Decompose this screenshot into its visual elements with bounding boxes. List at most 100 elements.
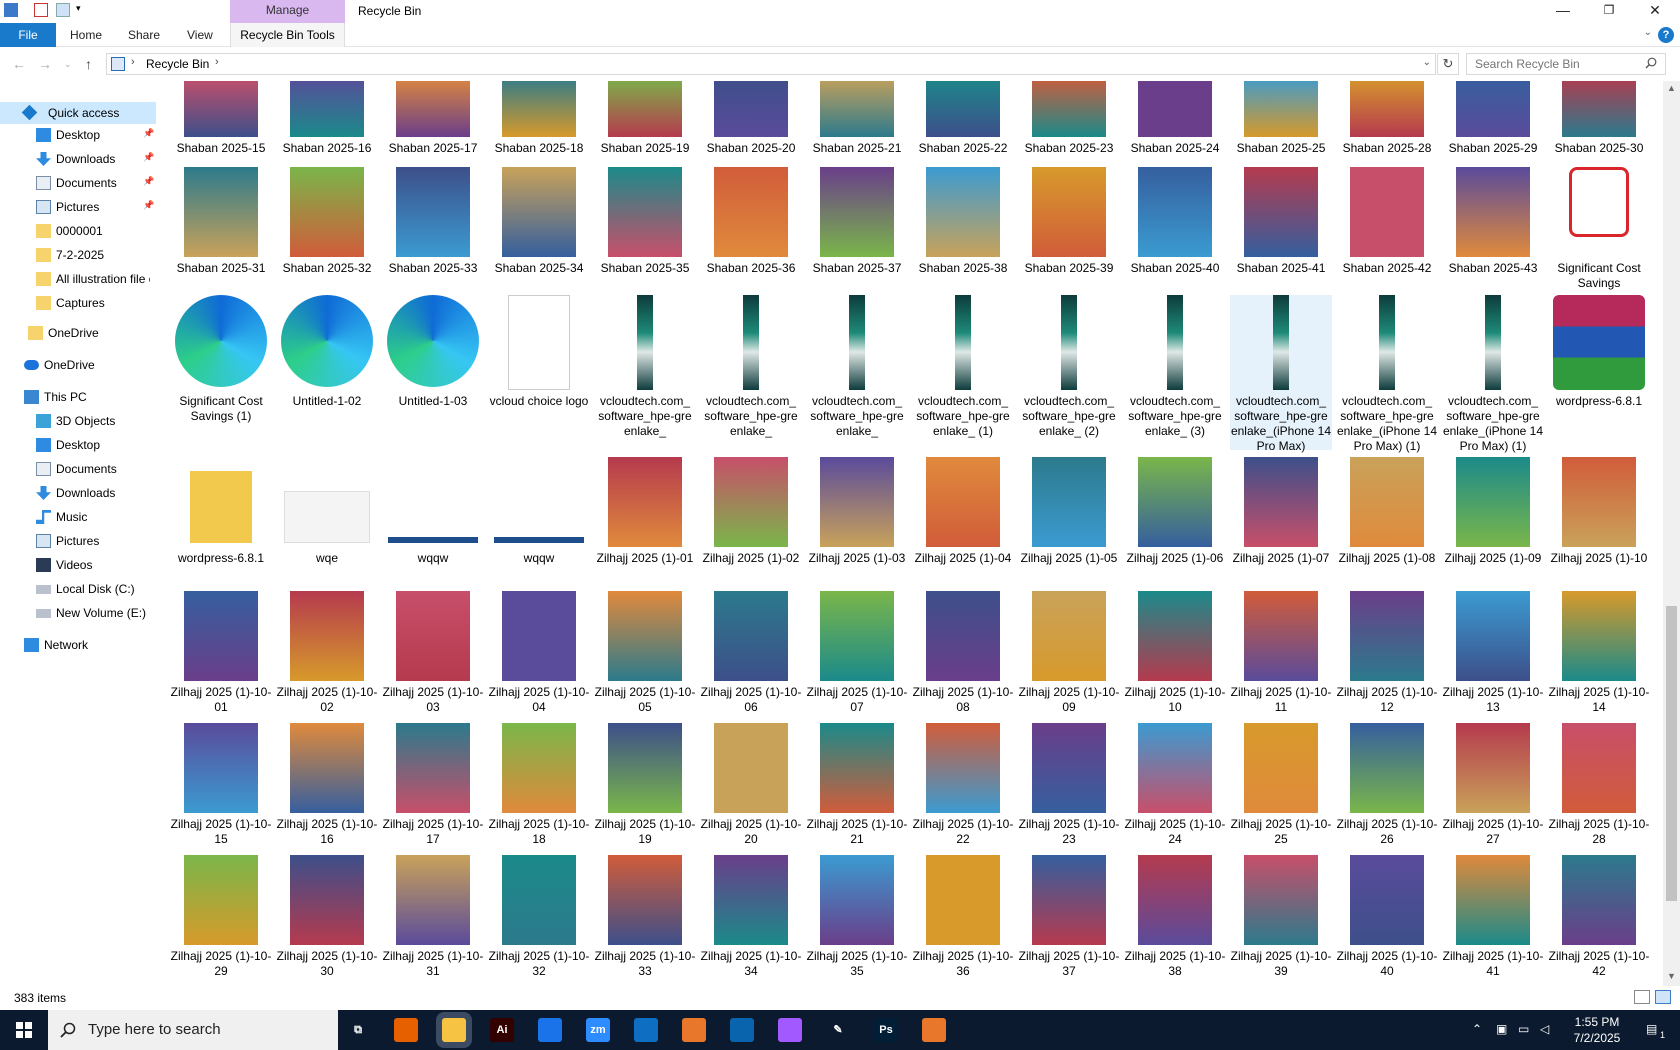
properties-icon[interactable] [34,3,48,17]
tab-view[interactable]: View [187,23,213,47]
volume-icon[interactable]: ◁ [1540,1022,1549,1036]
file-item[interactable]: wqe [276,457,378,607]
file-item[interactable]: Zilhajj 2025 (1)-10-26 [1336,723,1438,873]
sidebar-item-local-disk-c[interactable]: Local Disk (C:) [0,578,156,600]
sidebar-item-0000001[interactable]: 0000001 [0,220,156,242]
sidebar-item-quick-access[interactable]: Quick access [0,102,156,124]
sidebar-item-7-2-2025[interactable]: 7-2-2025 [0,244,156,266]
file-item[interactable]: Significant Cost Savings (1) [170,295,272,450]
scrollbar-thumb[interactable] [1666,606,1677,901]
outlook-icon[interactable] [730,1018,754,1042]
pen-icon[interactable]: ✎ [826,1018,850,1042]
file-item[interactable]: Zilhajj 2025 (1)-10-42 [1548,855,1650,986]
file-item[interactable]: Zilhajj 2025 (1)-10-19 [594,723,696,873]
file-item[interactable]: wordpress-6.8.1 [170,457,272,607]
file-item[interactable]: Zilhajj 2025 (1)-10-23 [1018,723,1120,873]
file-item[interactable]: Zilhajj 2025 (1)-10-22 [912,723,1014,873]
tray-app-icon[interactable]: ▣ [1496,1022,1507,1036]
app-icon[interactable] [922,1018,946,1042]
large-icons-view-icon[interactable] [1655,990,1671,1004]
file-item[interactable]: Zilhajj 2025 (1)-10-06 [700,591,802,741]
file-item[interactable]: Zilhajj 2025 (1)-02 [700,457,802,607]
file-item[interactable]: Zilhajj 2025 (1)-10-32 [488,855,590,986]
file-item[interactable]: Zilhajj 2025 (1)-10-13 [1442,591,1544,741]
sidebar-item-network[interactable]: Network [0,634,156,656]
file-item[interactable]: Zilhajj 2025 (1)-10-24 [1124,723,1226,873]
file-item[interactable]: Zilhajj 2025 (1)-10-12 [1336,591,1438,741]
vscode-icon[interactable] [634,1018,658,1042]
file-item[interactable]: vcloud choice logo [488,295,590,450]
file-item[interactable]: Zilhajj 2025 (1)-10-10 [1124,591,1226,741]
tab-home[interactable]: Home [70,23,102,47]
file-item[interactable]: vcloudtech.com_ software_hpe-gre enlake_… [1018,295,1120,450]
file-item[interactable]: Zilhajj 2025 (1)-10-37 [1018,855,1120,986]
app-icon[interactable] [682,1018,706,1042]
maximize-button[interactable]: ❐ [1586,0,1632,23]
file-item[interactable]: Zilhajj 2025 (1)-09 [1442,457,1544,607]
tab-recycle-bin-tools[interactable]: Recycle Bin Tools [230,23,345,47]
sidebar-item-pictures[interactable]: Pictures [0,530,156,552]
file-item[interactable]: Zilhajj 2025 (1)-07 [1230,457,1332,607]
file-item[interactable]: wordpress-6.8.1 [1548,295,1650,450]
sidebar-item-desktop[interactable]: Desktop 📌 [0,124,156,146]
file-item[interactable]: Untitled-1-03 [382,295,484,450]
file-item[interactable]: Zilhajj 2025 (1)-10-41 [1442,855,1544,986]
recent-dropdown-icon[interactable]: ⌄ [64,59,72,70]
file-item[interactable]: vcloudtech.com_ software_hpe-gre enlake_… [1230,295,1332,453]
sidebar-item-documents[interactable]: Documents 📌 [0,172,156,194]
sidebar-item-downloads[interactable]: Downloads [0,482,156,504]
sidebar-item-documents[interactable]: Documents [0,458,156,480]
file-item[interactable]: Zilhajj 2025 (1)-10-03 [382,591,484,741]
file-item[interactable]: Zilhajj 2025 (1)-10-34 [700,855,802,986]
file-item[interactable]: Zilhajj 2025 (1)-10-07 [806,591,908,741]
file-item[interactable]: Zilhajj 2025 (1)-10-17 [382,723,484,873]
breadcrumb-chevron-icon[interactable]: › [215,56,219,68]
file-item[interactable]: Zilhajj 2025 (1)-10-31 [382,855,484,986]
sidebar-item-pictures[interactable]: Pictures 📌 [0,196,156,218]
file-item[interactable]: Zilhajj 2025 (1)-10-36 [912,855,1014,986]
zoom-icon[interactable]: zm [586,1018,610,1042]
file-item[interactable]: Zilhajj 2025 (1)-10-30 [276,855,378,986]
file-item[interactable]: Zilhajj 2025 (1)-10-11 [1230,591,1332,741]
tab-file[interactable]: File [0,23,56,47]
breadcrumb-recycle-bin[interactable]: Recycle Bin [146,57,209,71]
figma-icon[interactable] [778,1018,802,1042]
file-item[interactable]: vcloudtech.com_ software_hpe-gre enlake_ [700,295,802,450]
scroll-up-icon[interactable]: ▲ [1667,83,1676,93]
illustrator-icon[interactable]: Ai [490,1018,514,1042]
network-tray-icon[interactable]: ▭ [1518,1022,1529,1036]
minimize-button[interactable]: — [1540,0,1586,23]
sidebar-item-videos[interactable]: Videos [0,554,156,576]
breadcrumb-chevron-icon[interactable]: › [131,56,135,68]
file-item[interactable]: Zilhajj 2025 (1)-10-09 [1018,591,1120,741]
qat-dropdown-icon[interactable]: ▾ [76,3,90,17]
file-item[interactable]: Zilhajj 2025 (1)-10-27 [1442,723,1544,873]
sidebar-item-onedrive[interactable]: OneDrive [0,322,156,344]
file-item[interactable]: Zilhajj 2025 (1)-10-25 [1230,723,1332,873]
vertical-scrollbar[interactable]: ▲ ▼ [1663,81,1680,986]
manage-context-tab[interactable]: Manage [230,0,345,23]
file-item[interactable]: Zilhajj 2025 (1)-10-05 [594,591,696,741]
file-item[interactable]: vcloudtech.com_ software_hpe-gre enlake_… [1124,295,1226,450]
pin-icon[interactable]: 📌 [143,176,154,187]
sidebar-item-onedrive[interactable]: OneDrive [0,354,156,376]
sidebar-item-all-illustration-file-o[interactable]: All illustration file o [0,268,156,290]
sidebar-item-desktop[interactable]: Desktop [0,434,156,456]
notification-icon[interactable]: ▤ [1646,1022,1657,1036]
file-item[interactable]: Zilhajj 2025 (1)-08 [1336,457,1438,607]
sidebar-item-new-volume-e[interactable]: New Volume (E:) [0,602,156,624]
tab-share[interactable]: Share [128,23,160,47]
back-arrow-icon[interactable]: ← [12,56,26,72]
search-input[interactable] [1466,53,1666,75]
scroll-down-icon[interactable]: ▼ [1667,971,1676,981]
file-item[interactable]: vcloudtech.com_ software_hpe-gre enlake_… [912,295,1014,450]
file-item[interactable]: Zilhajj 2025 (1)-03 [806,457,908,607]
file-item[interactable]: wqqw [382,457,484,607]
file-item[interactable]: Zilhajj 2025 (1)-05 [1018,457,1120,607]
help-icon[interactable]: ? [1658,27,1674,43]
details-view-icon[interactable] [1634,990,1650,1004]
file-item[interactable]: wqqw [488,457,590,607]
file-item[interactable]: Zilhajj 2025 (1)-10-21 [806,723,908,873]
sidebar-item-3d-objects[interactable]: 3D Objects [0,410,156,432]
chevron-down-icon[interactable]: ⌄ [1644,27,1652,38]
